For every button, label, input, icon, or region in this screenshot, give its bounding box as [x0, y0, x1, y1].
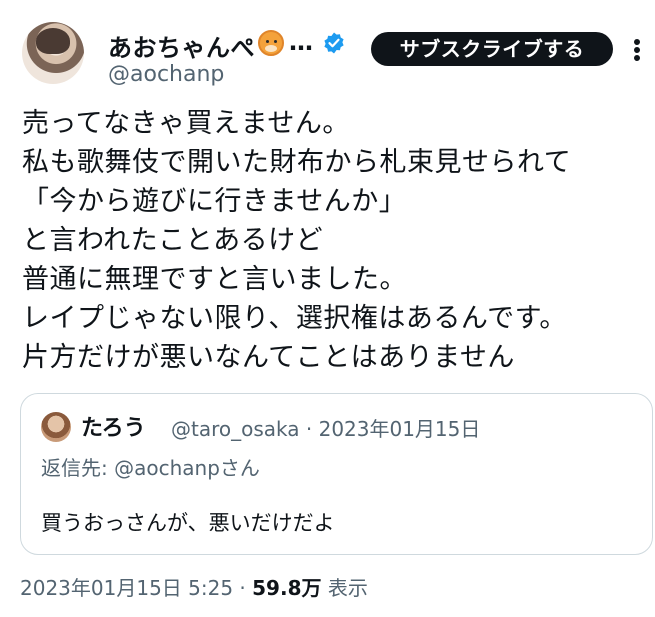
reply-to-label: 返信先: @aochanpさん	[41, 456, 260, 480]
tweet-timestamp[interactable]: 2023年01月15日 5:25 ·	[20, 576, 252, 600]
tweet-body-line: 普通に無理ですと言いました。	[22, 264, 407, 295]
tweet-body-line: と言われたことあるけど	[22, 225, 324, 256]
author-handle[interactable]: @aochanp	[108, 62, 224, 87]
tweet-body-line: 「今から遊びに行きませんか」	[22, 186, 407, 217]
quoted-author-meta: @taro_osaka · 2023年01月15日	[171, 417, 481, 441]
views-count: 59.8万	[252, 576, 322, 600]
verified-badge-icon	[324, 32, 344, 54]
tweet-body-line: 片方だけが悪いなんてことはありません	[22, 342, 515, 373]
more-options-icon[interactable]	[622, 36, 652, 64]
quoted-author-avatar	[41, 412, 71, 442]
quoted-tweet-card[interactable]: たろう @taro_osaka · 2023年01月15日 返信先: @aoch…	[20, 393, 653, 555]
subscribe-button[interactable]: サブスクライブする	[371, 32, 613, 66]
tweet-body-line: 売ってなきゃ買えません。	[22, 108, 350, 139]
views-label: 表示	[321, 576, 368, 600]
tweet-body-line: 私も歌舞伎で開いた財布から札束見せられて	[22, 147, 572, 178]
quoted-tweet-text: 買うおっさんが、悪いだけだよ	[41, 511, 335, 535]
author-avatar[interactable]	[22, 22, 84, 84]
author-display-name[interactable]: あおちゃんぺ	[108, 28, 255, 63]
tweet: あおちゃんぺ … @aochanp サブスクライブする 売ってなきゃ買えません。…	[0, 0, 655, 617]
tweet-body: 売ってなきゃ買えません。 私も歌舞伎で開いた財布から札束見せられて 「今から遊び…	[22, 104, 652, 377]
name-ellipsis: …	[289, 28, 313, 56]
quoted-author-name: たろう	[81, 416, 146, 441]
tweet-footer-meta: 2023年01月15日 5:25 · 59.8万 表示	[20, 572, 368, 601]
tweet-body-line: レイプじゃない限り、選択権はあるんです。	[22, 303, 567, 334]
tiger-emoji-icon	[258, 30, 284, 56]
